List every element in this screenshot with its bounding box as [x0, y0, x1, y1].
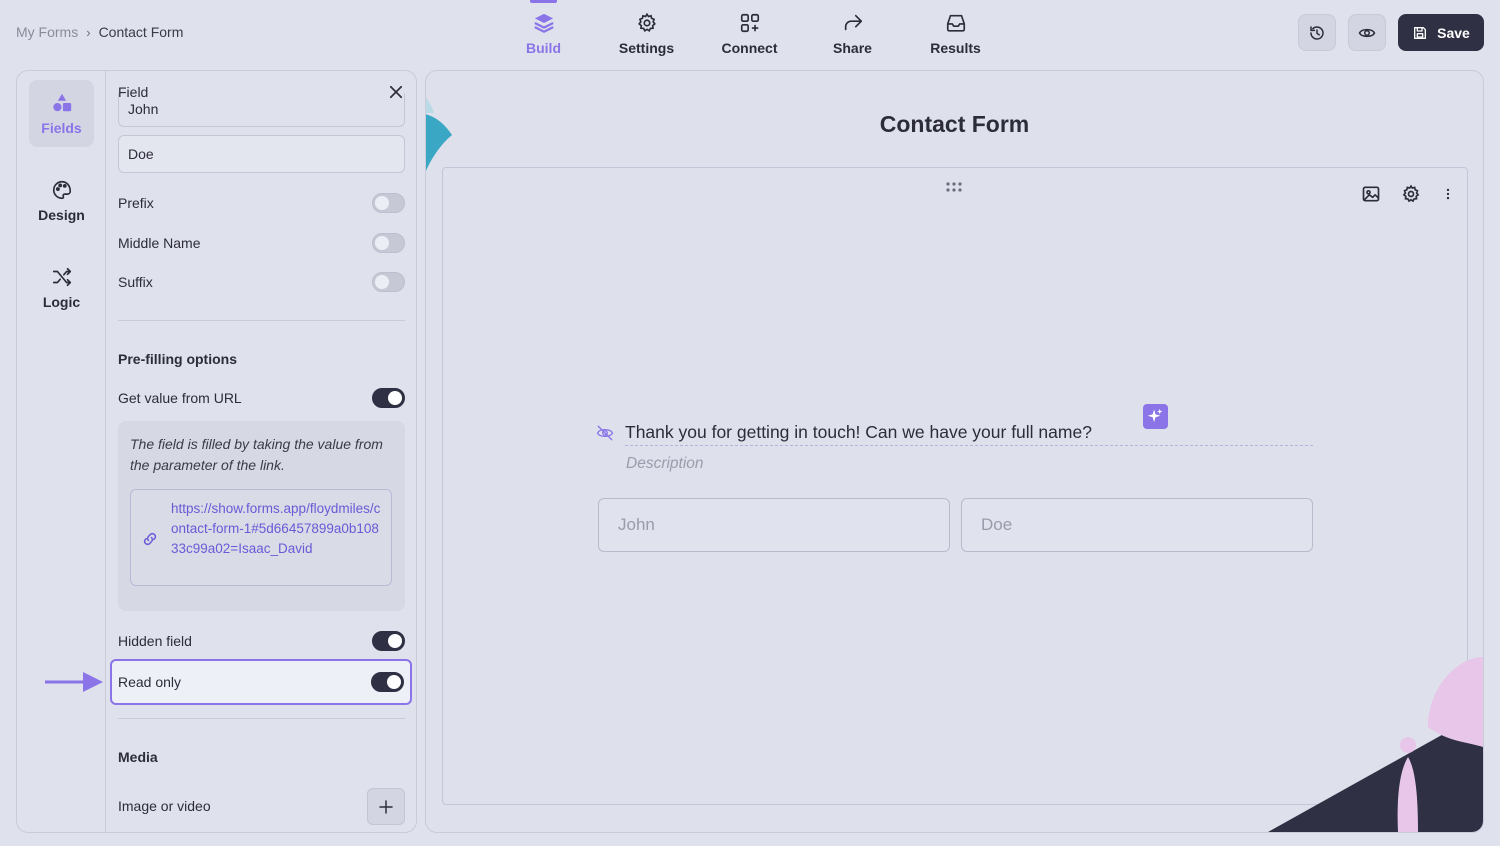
suffix-label: Suffix [118, 274, 153, 290]
more-vertical-icon[interactable] [1441, 184, 1455, 204]
prefix-label: Prefix [118, 195, 154, 211]
tab-settings[interactable]: Settings [595, 0, 698, 64]
prefill-url-text[interactable]: https://show.forms.app/floydmiles/contac… [171, 499, 383, 559]
read-only-toggle[interactable] [371, 672, 404, 692]
layers-icon [533, 13, 554, 33]
palette-icon [52, 180, 71, 199]
hidden-field-label: Hidden field [118, 633, 192, 649]
read-only-row[interactable]: Read only [110, 659, 412, 705]
breadcrumb-my-forms[interactable]: My Forms [16, 24, 78, 40]
top-nav: Build Settings Connect Share Results [492, 0, 1007, 64]
media-label: Image or video [118, 798, 211, 814]
tab-share[interactable]: Share [801, 0, 904, 64]
grid-plus-icon [740, 13, 759, 33]
question-title[interactable]: Thank you for getting in touch! Can we h… [625, 420, 1313, 446]
tab-build[interactable]: Build [492, 0, 595, 64]
tab-connect[interactable]: Connect [698, 0, 801, 64]
hidden-field-toggle[interactable] [372, 631, 405, 651]
drag-handle-icon[interactable] [945, 181, 963, 193]
form-canvas: Contact Form Thank you for getting in to… [425, 70, 1484, 833]
tab-connect-label: Connect [721, 40, 778, 56]
question-text: Thank you for getting in touch! Can we h… [625, 422, 1092, 442]
first-name-default-value: John [128, 101, 159, 117]
corner-decoration [1268, 657, 1483, 832]
first-name-input[interactable]: John [598, 498, 950, 552]
last-name-placeholder: Doe [981, 515, 1013, 534]
sidebar-item-design-label: Design [38, 206, 85, 223]
left-panel: Fields Design Logic Field John Doe Prefi… [16, 70, 417, 833]
form-title[interactable]: Contact Form [426, 111, 1483, 138]
url-value-toggle[interactable] [372, 388, 405, 408]
prefill-url-box[interactable]: https://show.forms.app/floydmiles/contac… [130, 489, 392, 586]
divider [118, 320, 405, 321]
sidebar-item-logic-label: Logic [42, 293, 81, 310]
sparkle-icon [1147, 408, 1163, 423]
history-button[interactable] [1298, 14, 1336, 51]
top-actions: Save [1298, 14, 1484, 51]
inbox-icon [946, 14, 965, 32]
prefill-info-text: The field is filled by taking the value … [130, 436, 383, 473]
card-toolbar [1361, 184, 1455, 204]
middle-name-label: Middle Name [118, 235, 201, 251]
plus-icon [379, 799, 393, 814]
read-only-label: Read only [118, 674, 182, 690]
eye-icon [1358, 28, 1376, 37]
breadcrumb-separator: › [86, 24, 91, 40]
shapes-icon [52, 93, 71, 111]
sidebar-rail: Fields Design Logic [17, 71, 106, 832]
first-name-placeholder: John [618, 515, 655, 534]
prefix-toggle[interactable] [372, 193, 405, 213]
breadcrumb-current: Contact Form [98, 24, 184, 40]
media-heading: Media [118, 749, 158, 765]
tab-build-label: Build [526, 40, 561, 56]
save-button-label: Save [1437, 24, 1470, 41]
eye-off-icon [596, 425, 614, 441]
sidebar-item-fields-label: Fields [41, 119, 82, 136]
divider [118, 718, 405, 719]
shuffle-icon [52, 267, 71, 286]
last-name-input[interactable]: Doe [961, 498, 1313, 552]
middle-name-toggle[interactable] [372, 233, 405, 253]
pointer-arrow-icon [45, 672, 103, 692]
tab-results[interactable]: Results [904, 0, 1007, 64]
suffix-toggle[interactable] [372, 272, 405, 292]
link-icon [143, 532, 157, 546]
prefill-info-card: The field is filled by taking the value … [118, 421, 405, 611]
url-value-label: Get value from URL [118, 390, 242, 406]
history-icon [1310, 25, 1324, 40]
share-arrow-icon [844, 14, 862, 31]
sidebar-item-fields[interactable]: Fields [29, 80, 94, 147]
first-name-default-input[interactable]: John [118, 93, 405, 127]
preview-button[interactable] [1348, 14, 1386, 51]
prefill-heading: Pre-filling options [118, 351, 237, 367]
sidebar-item-design[interactable]: Design [29, 167, 94, 234]
image-icon[interactable] [1361, 184, 1381, 204]
question-description[interactable]: Description [626, 455, 704, 473]
field-properties: Field John Doe Prefix Middle Name Suffix… [110, 71, 412, 832]
add-media-button[interactable] [367, 788, 405, 825]
tab-share-label: Share [833, 40, 872, 56]
sidebar-item-logic[interactable]: Logic [29, 254, 94, 321]
last-name-default-value: Doe [128, 146, 154, 162]
save-button[interactable]: Save [1398, 14, 1484, 51]
floppy-disk-icon [1414, 26, 1427, 39]
tab-results-label: Results [930, 40, 981, 56]
gear-icon[interactable] [1401, 184, 1421, 204]
ai-sparkle-button[interactable] [1143, 404, 1168, 429]
breadcrumb: My Forms › Contact Form [16, 24, 183, 40]
gear-icon [637, 12, 656, 32]
tab-settings-label: Settings [618, 40, 675, 56]
last-name-default-input[interactable]: Doe [118, 135, 405, 173]
